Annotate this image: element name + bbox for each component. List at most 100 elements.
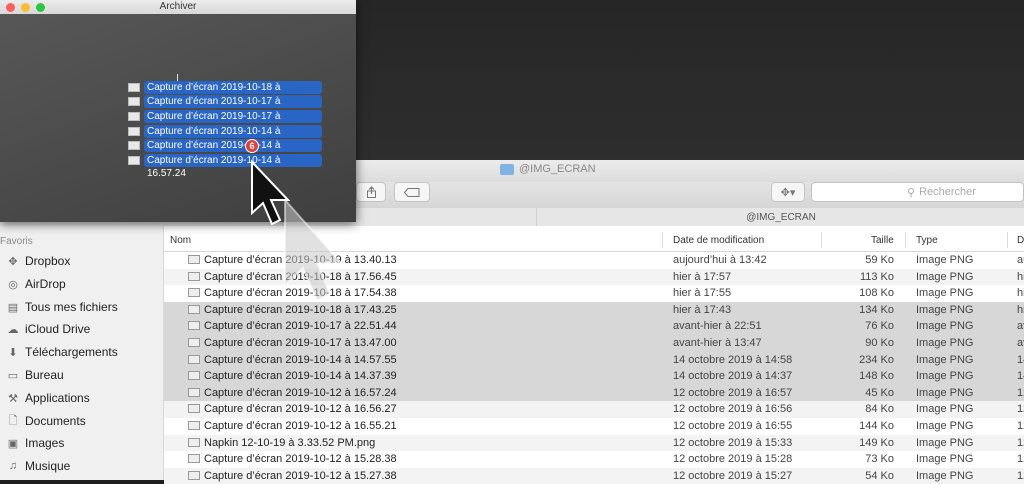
file-size: 234 Ko [859, 353, 894, 366]
search-placeholder: Rechercher [919, 186, 976, 198]
sidebar-item-label: Dropbox [25, 254, 71, 268]
sidebar-item-label: Bureau [25, 368, 64, 382]
dragged-file-label: Capture d’écran 2019-10-17 à 22.51.44 [144, 94, 322, 120]
file-size: 134 Ko [859, 303, 894, 316]
column-header-name[interactable]: Nom [170, 235, 191, 246]
documents-icon: 🗋 [8, 414, 18, 427]
finder-sidebar: Favoris ✥ Dropbox ◎ AirDrop ▤ Tous mes fich… [0, 226, 164, 480]
column-header-type[interactable]: Type [916, 235, 938, 246]
extra-column: hi [1017, 303, 1024, 316]
table-row[interactable]: Capture d’écran 2019-10-14 à 14.57.55 14 … [164, 351, 1024, 369]
modified-date: 12 octobre 2019 à 16:57 [673, 386, 793, 399]
sidebar-item-desktop[interactable]: ▭ Bureau [6, 364, 64, 386]
archiver-titlebar[interactable]: Archiver [0, 0, 356, 14]
column-header-date[interactable]: Date de modification [673, 235, 764, 246]
sidebar-section-favorites: Favoris [0, 236, 33, 247]
drag-count-badge: 6 [245, 139, 259, 153]
table-row[interactable]: Capture d’écran 2019-10-17 à 13.47.00 ava… [164, 335, 1024, 352]
extra-column: av [1017, 320, 1024, 333]
tag-icon [404, 187, 420, 197]
dragged-file: Capture d’écran 2019-10-14 à 14.37.39 [128, 138, 322, 164]
image-file-icon [188, 421, 200, 430]
column-divider[interactable] [821, 232, 822, 248]
table-row[interactable]: Napkin 12-10-19 à 3.33.52 PM.png 12 octob… [164, 434, 1024, 452]
tab-img-ecran[interactable]: @IMG_ECRAN [536, 208, 1024, 226]
image-file-icon [128, 140, 140, 150]
table-row[interactable]: Capture d’écran 2019-10-12 à 16.56.27 12 … [164, 401, 1024, 418]
sidebar-item-label: Téléchargements [25, 345, 118, 359]
image-file-icon [188, 404, 200, 414]
sidebar-item-applications[interactable]: ⚒ Applications [6, 387, 90, 409]
sidebar-item-music[interactable]: ♫ Musique [6, 455, 70, 477]
file-type: Image PNG [916, 370, 974, 383]
table-row[interactable]: Capture d’écran 2019-10-12 à 15.28.38 12 … [164, 451, 1024, 468]
dropbox-toolbar-button[interactable]: ✥▾ [771, 182, 805, 202]
table-row[interactable]: Capture d’écran 2019-10-14 à 14.37.39 14 … [164, 368, 1024, 385]
sidebar-item-icloud[interactable]: ☁ iCloud Drive [6, 318, 91, 340]
sidebar-item-airdrop[interactable]: ◎ AirDrop [6, 273, 66, 295]
sidebar-item-documents[interactable]: 🗋 Documents [6, 410, 86, 432]
image-file-icon [188, 470, 200, 480]
dragged-file-label: Capture d’écran 2019-10-18 à 17.43.25 [144, 80, 322, 106]
modified-date: avant-hier à 22:51 [673, 320, 762, 333]
file-size: 45 Ko [865, 386, 894, 399]
table-row[interactable]: Capture d’écran 2019-10-12 à 15.27.38 12 … [164, 467, 1024, 484]
file-size: 59 Ko [865, 254, 894, 266]
sidebar-item-label: AirDrop [25, 277, 66, 291]
sidebar-item-all-files[interactable]: ▤ Tous mes fichiers [6, 296, 118, 318]
sidebar-item-dropbox[interactable]: ✥ Dropbox [6, 250, 70, 272]
extra-column: av [1017, 337, 1024, 349]
sidebar-item-downloads[interactable]: ⬇ Téléchargements [6, 341, 118, 363]
sidebar-item-images[interactable]: ▣ Images [6, 432, 65, 454]
extra-column: 12 [1017, 453, 1024, 466]
sidebar-item-label: Documents [25, 414, 86, 428]
image-file-icon [188, 354, 200, 364]
image-file-icon [128, 111, 140, 121]
file-type: Image PNG [916, 403, 974, 416]
extra-column: 12 [1017, 386, 1024, 399]
file-type: Image PNG [916, 303, 974, 316]
sidebar-item-label: Applications [25, 391, 90, 405]
tags-button[interactable] [394, 182, 430, 202]
image-file-icon [188, 338, 200, 347]
file-size: 148 Ko [859, 370, 894, 383]
applications-icon: ⚒ [8, 392, 18, 405]
image-file-icon [188, 321, 200, 331]
column-header-extra[interactable]: D [1017, 235, 1024, 246]
image-file-icon [128, 126, 140, 136]
dragged-file: Capture d’écran 2019-10-18 à 17.43.25 [128, 80, 322, 106]
table-row[interactable]: Capture d’écran 2019-10-12 à 16.57.24 12 … [164, 384, 1024, 402]
share-button[interactable] [356, 182, 386, 202]
image-file-icon [188, 255, 200, 264]
sidebar-item-label: iCloud Drive [25, 322, 91, 336]
column-header-size[interactable]: Taille [871, 235, 894, 246]
extra-column: 14 [1017, 353, 1024, 366]
finder-title: @IMG_ECRAN [500, 163, 596, 175]
file-name: Napkin 12-10-19 à 3.33.52 PM.png [204, 436, 376, 449]
file-size: 90 Ko [865, 337, 894, 349]
column-divider[interactable] [905, 232, 906, 248]
modified-date: 12 octobre 2019 à 15:33 [673, 436, 793, 449]
file-name: Capture d’écran 2019-10-17 à 22.51.44 [204, 320, 397, 333]
modified-date: hier à 17:57 [673, 270, 732, 283]
dropbox-icon: ✥▾ [780, 186, 796, 199]
extra-column: hi [1017, 287, 1024, 300]
file-name: Capture d’écran 2019-10-14 à 14.37.39 [204, 370, 397, 383]
file-type: Image PNG [916, 386, 974, 399]
image-file-icon [128, 82, 140, 92]
file-type: Image PNG [916, 420, 974, 432]
file-name: Capture d’écran 2019-10-12 à 16.56.27 [204, 403, 397, 416]
column-divider[interactable] [662, 232, 663, 248]
column-divider[interactable] [1007, 232, 1008, 248]
image-file-icon [188, 288, 200, 298]
table-row[interactable]: Capture d’écran 2019-10-12 à 16.55.21 12 … [164, 418, 1024, 435]
file-type: Image PNG [916, 337, 974, 349]
search-field[interactable]: ⚲ Rechercher [811, 182, 1024, 202]
dragged-file-label: Capture d’écran 2019-10-14 à 14.37.39 [144, 138, 322, 164]
file-type: Image PNG [916, 270, 974, 283]
dragged-file-label: Capture d’écran 2019-10-14 à 14.57.55 [144, 124, 322, 150]
table-row[interactable]: Capture d’écran 2019-10-17 à 22.51.44 ava… [164, 318, 1024, 335]
file-type: Image PNG [916, 353, 974, 366]
extra-column: hi [1017, 270, 1024, 283]
sidebar-item-label: Tous mes fichiers [25, 300, 118, 314]
